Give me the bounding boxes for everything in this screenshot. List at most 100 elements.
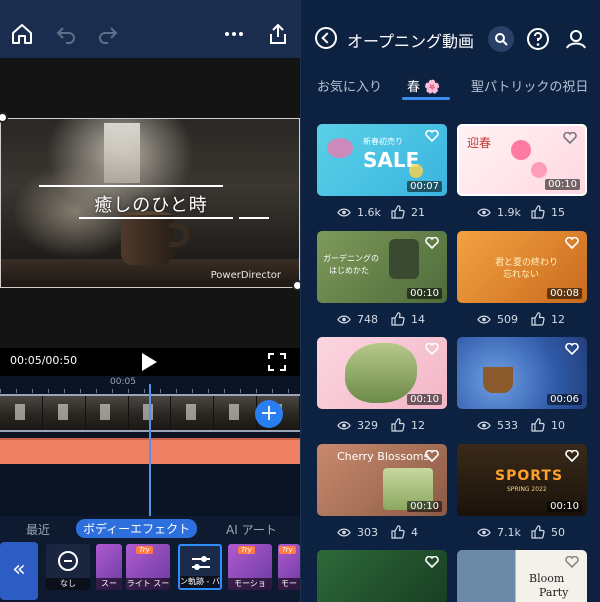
duration-badge: 00:07	[407, 181, 442, 192]
effect-item[interactable]: Try モーショ	[228, 544, 272, 590]
thumbs-up-icon[interactable]	[531, 312, 545, 326]
clip-thumbnail	[0, 396, 43, 430]
rotate-handle-bottom-right[interactable]	[292, 280, 300, 291]
heart-icon[interactable]	[425, 130, 439, 142]
collapse-button[interactable]: «	[0, 542, 38, 600]
duration-badge: 00:10	[547, 501, 582, 512]
effect-list: « なし スー Try ライト スー ン軌跡 - バ Try モーショ Try …	[0, 540, 300, 602]
thumbs-up-icon[interactable]	[391, 312, 405, 326]
template-thumbnail: Bloom Party	[457, 550, 587, 602]
search-button[interactable]	[488, 26, 514, 52]
duration-badge: 00:08	[547, 288, 582, 299]
thumbs-up-icon[interactable]	[391, 525, 405, 539]
title-line-dash	[239, 217, 269, 219]
share-icon[interactable]	[266, 22, 290, 46]
clip-thumbnail	[214, 396, 258, 430]
thumbs-up-icon[interactable]	[391, 418, 405, 432]
heart-icon[interactable]	[565, 556, 579, 568]
like-count: 15	[551, 206, 565, 219]
help-button[interactable]	[525, 26, 551, 52]
tab-favorites[interactable]: お気に入り	[317, 76, 382, 95]
heart-icon[interactable]	[563, 132, 577, 144]
time-display: 00:05/00:50	[10, 354, 78, 367]
tab-spring[interactable]: 春 🌸	[407, 76, 440, 95]
effect-item[interactable]: Try ライト スー	[126, 544, 170, 590]
thumb-caption: Bloom	[529, 572, 565, 585]
tab-recent[interactable]: 最近	[26, 521, 50, 538]
thumb-decoration	[409, 164, 423, 178]
heart-icon[interactable]	[565, 343, 579, 355]
template-stats: 748 14	[317, 311, 447, 327]
video-preview[interactable]: 癒しのひと時 PowerDirector	[0, 118, 300, 288]
duration-badge: 00:10	[407, 394, 442, 405]
duration-badge: 00:06	[547, 394, 582, 405]
duration-badge: 00:10	[545, 179, 580, 190]
template-thumbnail: ガーデニングの はじめかた 00:10	[317, 231, 447, 303]
like-count: 14	[411, 313, 425, 326]
undo-icon[interactable]	[54, 22, 78, 46]
video-title-text[interactable]: 癒しのひと時	[1, 191, 299, 217]
template-stats: 303 4	[317, 524, 447, 540]
heart-icon[interactable]	[425, 556, 439, 568]
home-icon[interactable]	[10, 22, 34, 46]
tab-st-patricks-day[interactable]: 聖パトリックの祝日	[471, 76, 588, 95]
profile-icon	[566, 30, 586, 49]
effect-item-selected[interactable]: ン軌跡 - バ	[178, 544, 222, 590]
thumbs-up-icon[interactable]	[531, 205, 545, 219]
more-icon[interactable]	[222, 22, 246, 46]
view-count: 7.1k	[497, 526, 521, 539]
template-header: オープニング動画	[301, 0, 600, 62]
fullscreen-icon[interactable]	[267, 352, 287, 372]
eye-icon	[477, 421, 491, 430]
heart-icon[interactable]	[565, 237, 579, 249]
playhead[interactable]	[149, 384, 151, 516]
collapse-icon: «	[12, 557, 26, 582]
tab-body-effect[interactable]: ボディーエフェクト	[76, 519, 198, 538]
like-count: 10	[551, 419, 565, 432]
heart-icon[interactable]	[425, 343, 439, 355]
heart-icon[interactable]	[425, 450, 439, 462]
thumb-subtext: SPRING 2022	[507, 486, 547, 493]
eye-icon	[477, 528, 491, 537]
effect-label: なし	[46, 578, 90, 590]
effect-item-none[interactable]: なし	[46, 544, 90, 590]
view-count: 748	[357, 313, 378, 326]
template-stats: 329 12	[317, 417, 447, 433]
template-thumbnail: 新春初売り SALE 00:07	[317, 124, 447, 196]
thumbs-up-icon[interactable]	[391, 205, 405, 219]
try-badge: Try	[238, 546, 255, 554]
thumb-caption: ガーデニングの	[323, 254, 379, 263]
tab-ai-art[interactable]: AI アート	[226, 521, 277, 538]
thumb-subtext: 忘れない	[503, 270, 540, 280]
profile-button[interactable]	[563, 26, 589, 52]
heart-icon[interactable]	[565, 450, 579, 462]
editor-toolbar	[0, 0, 300, 58]
template-stats: 509 12	[457, 311, 587, 327]
thumb-decoration	[345, 343, 417, 403]
thumb-decoration	[389, 239, 419, 279]
effect-item[interactable]: スー	[96, 544, 122, 590]
mug-shape	[121, 215, 173, 265]
heart-icon[interactable]	[425, 237, 439, 249]
thumb-caption: 迎春	[467, 136, 492, 150]
add-clip-button[interactable]: +	[255, 400, 283, 428]
play-icon[interactable]	[142, 353, 157, 371]
effect-item[interactable]: Try モー	[278, 544, 300, 590]
back-icon[interactable]	[315, 27, 337, 49]
effect-label: スー	[96, 578, 122, 590]
title-line-top	[39, 185, 223, 187]
clip-thumbnail	[42, 396, 86, 430]
thumbs-up-icon[interactable]	[531, 418, 545, 432]
like-count: 4	[411, 526, 418, 539]
redo-icon[interactable]	[96, 22, 120, 46]
eye-icon	[337, 208, 351, 217]
help-icon	[527, 28, 549, 50]
template-stats: 1.6k 21	[317, 204, 447, 220]
template-stats: 533 10	[457, 417, 587, 433]
timeline[interactable]: 00:05 +	[0, 376, 300, 516]
thumb-subtext: Party	[539, 586, 569, 599]
adjust-icon[interactable]	[190, 554, 212, 572]
like-count: 12	[551, 313, 565, 326]
template-stats: 7.1k 50	[457, 524, 587, 540]
thumbs-up-icon[interactable]	[531, 525, 545, 539]
